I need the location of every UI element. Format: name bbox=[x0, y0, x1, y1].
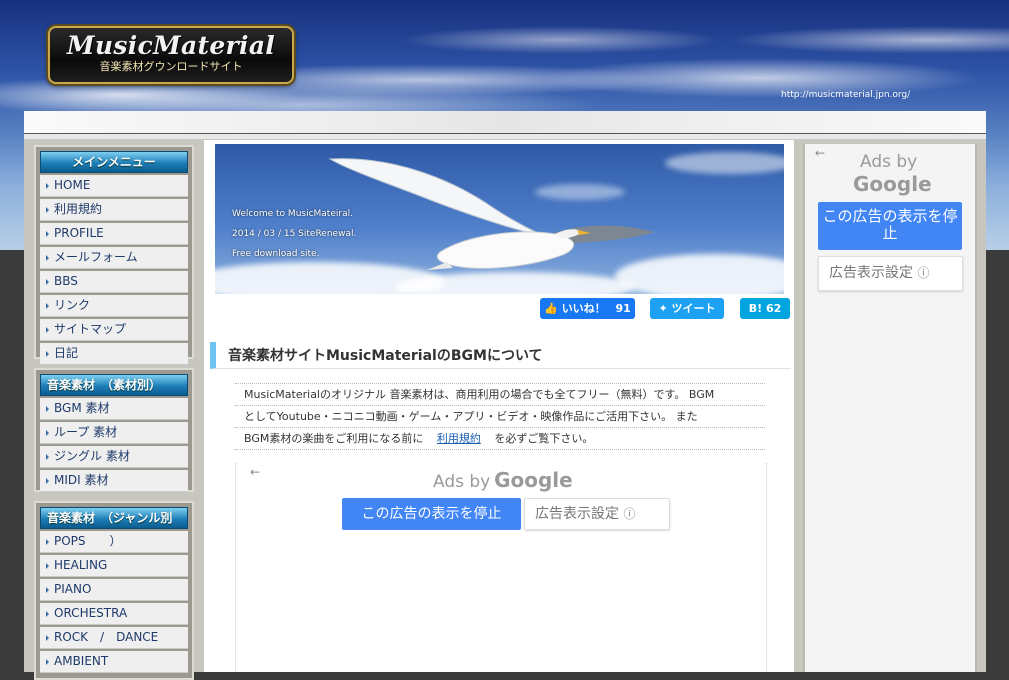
menu-item-profile[interactable]: PROFILE bbox=[40, 223, 188, 245]
right-sidebar: ← Ads by Google この広告の表示を停止 広告表示設定 ⓘ bbox=[803, 144, 977, 672]
intro-line-3: BGM素材の楽曲をご利用になる前に 利用規約 を必ずご覧下さい。 bbox=[235, 428, 765, 450]
menu-item-rock-dance[interactable]: ROCK / DANCE bbox=[40, 627, 188, 649]
menu-item-links[interactable]: リンク bbox=[40, 295, 188, 317]
section-title-text: 音楽素材サイトMusicMaterialのBGMについて bbox=[228, 348, 543, 364]
center-ad: ← Ads by Google この広告の表示を停止 広告表示設定 ⓘ bbox=[235, 463, 767, 672]
menu-item-piano[interactable]: PIANO bbox=[40, 579, 188, 601]
menu-item-sitemap[interactable]: サイトマップ bbox=[40, 319, 188, 341]
stop-ad-button[interactable]: この広告の表示を停止 bbox=[342, 498, 521, 530]
intro-line-3-pre: BGM素材の楽曲をご利用になる前に bbox=[244, 432, 424, 445]
right-ad-settings-label: 広告表示設定 bbox=[829, 265, 913, 281]
info-icon: ⓘ bbox=[623, 507, 636, 521]
top-bar-strip bbox=[24, 134, 986, 139]
like-count: 91 bbox=[615, 302, 631, 315]
terms-link[interactable]: 利用規約 bbox=[437, 432, 481, 445]
intro-line-3-post: を必ずご覧下さい。 bbox=[494, 432, 594, 445]
ad-back-arrow-icon[interactable]: ← bbox=[250, 465, 260, 479]
intro-line-1: MusicMaterialのオリジナル 音楽素材は、商用利用の場合でも全てフリー… bbox=[235, 383, 765, 406]
hero-line-3: Free download site. bbox=[232, 249, 320, 259]
hero-banner: Welcome to MusicMateiral. 2014 / 03 / 15… bbox=[215, 144, 784, 294]
right-google-label: Google bbox=[853, 172, 932, 196]
hatena-count: 62 bbox=[765, 302, 782, 315]
menu-item-mailform[interactable]: メールフォーム bbox=[40, 247, 188, 269]
section-heading: 音楽素材サイトMusicMaterialのBGMについて bbox=[210, 342, 791, 369]
site-url: http://musicmaterial.jpn.org/ bbox=[781, 90, 911, 100]
right-ads-by-label: Ads by bbox=[860, 152, 918, 172]
twitter-bird-icon: ✦ bbox=[658, 302, 668, 315]
site-logo[interactable]: MusicMaterial 音楽素材グウンロードサイト bbox=[48, 26, 294, 84]
intro-text: MusicMaterialのオリジナル 音楽素材は、商用利用の場合でも全てフリー… bbox=[235, 383, 765, 450]
hero-line-1: Welcome to MusicMateiral. bbox=[232, 209, 353, 219]
tweet-label: ツイート bbox=[671, 302, 716, 315]
hero-line-2: 2014 / 03 / 15 SiteRenewal. bbox=[232, 229, 357, 239]
right-stop-ad-button[interactable]: この広告の表示を停止 bbox=[818, 202, 962, 250]
intro-line-2: としてYoutube・ニコニコ動画・ゲーム・アプリ・ビデオ・映像作品にご活用下さ… bbox=[235, 406, 765, 428]
menu-item-midi[interactable]: MIDI 素材 bbox=[40, 470, 188, 492]
genre-menu-title: 音楽素材 （ジャンル別 bbox=[40, 507, 188, 529]
like-label: いいね！ bbox=[561, 302, 606, 315]
right-info-icon: ⓘ bbox=[917, 266, 930, 280]
ad-settings-button[interactable]: 広告表示設定 ⓘ bbox=[524, 498, 670, 530]
menu-item-healing[interactable]: HEALING bbox=[40, 555, 188, 577]
main-menu-title: メインメニュー bbox=[40, 151, 188, 173]
menu-item-pops[interactable]: POPS ） bbox=[40, 531, 188, 553]
ads-by-google-label: Ads by Google bbox=[433, 468, 573, 492]
menu-item-loop[interactable]: ループ 素材 bbox=[40, 422, 188, 444]
material-menu: 音楽素材 （素材別） BGM 素材 ループ 素材 ジングル 素材 MIDI 素材 bbox=[34, 368, 194, 492]
right-ad-settings-button[interactable]: 広告表示設定 ⓘ bbox=[818, 256, 963, 291]
menu-item-orchestra[interactable]: ORCHESTRA bbox=[40, 603, 188, 625]
logo-title: MusicMaterial bbox=[66, 31, 276, 60]
genre-menu: 音楽素材 （ジャンル別 POPS ） HEALING PIANO ORCHEST… bbox=[34, 501, 194, 680]
logo-subtitle: 音楽素材グウンロードサイト bbox=[99, 60, 243, 73]
hatena-bookmark-button[interactable]: B! 62 bbox=[740, 298, 790, 319]
menu-item-home[interactable]: HOME bbox=[40, 175, 188, 197]
hatena-label: B! bbox=[748, 302, 763, 315]
main-menu: メインメニュー HOME 利用規約 PROFILE メールフォーム BBS リン… bbox=[34, 145, 194, 365]
menu-item-ambient[interactable]: AMBIENT bbox=[40, 651, 188, 673]
menu-item-terms[interactable]: 利用規約 bbox=[40, 199, 188, 221]
menu-item-bgm[interactable]: BGM 素材 bbox=[40, 398, 188, 420]
seagull-icon bbox=[328, 158, 655, 270]
menu-item-diary[interactable]: 日記 bbox=[40, 343, 188, 365]
right-ad-back-arrow-icon[interactable]: ← bbox=[815, 146, 825, 160]
tweet-button[interactable]: ✦ ツイート bbox=[650, 298, 724, 319]
thumbs-up-icon: 👍 bbox=[544, 302, 558, 315]
material-menu-title: 音楽素材 （素材別） bbox=[40, 374, 188, 396]
menu-item-bbs[interactable]: BBS bbox=[40, 271, 188, 293]
facebook-like-button[interactable]: 👍 いいね！ 91 bbox=[540, 298, 635, 319]
ad-settings-label: 広告表示設定 bbox=[535, 506, 619, 522]
top-bar bbox=[24, 111, 986, 134]
menu-item-jingle[interactable]: ジングル 素材 bbox=[40, 446, 188, 468]
